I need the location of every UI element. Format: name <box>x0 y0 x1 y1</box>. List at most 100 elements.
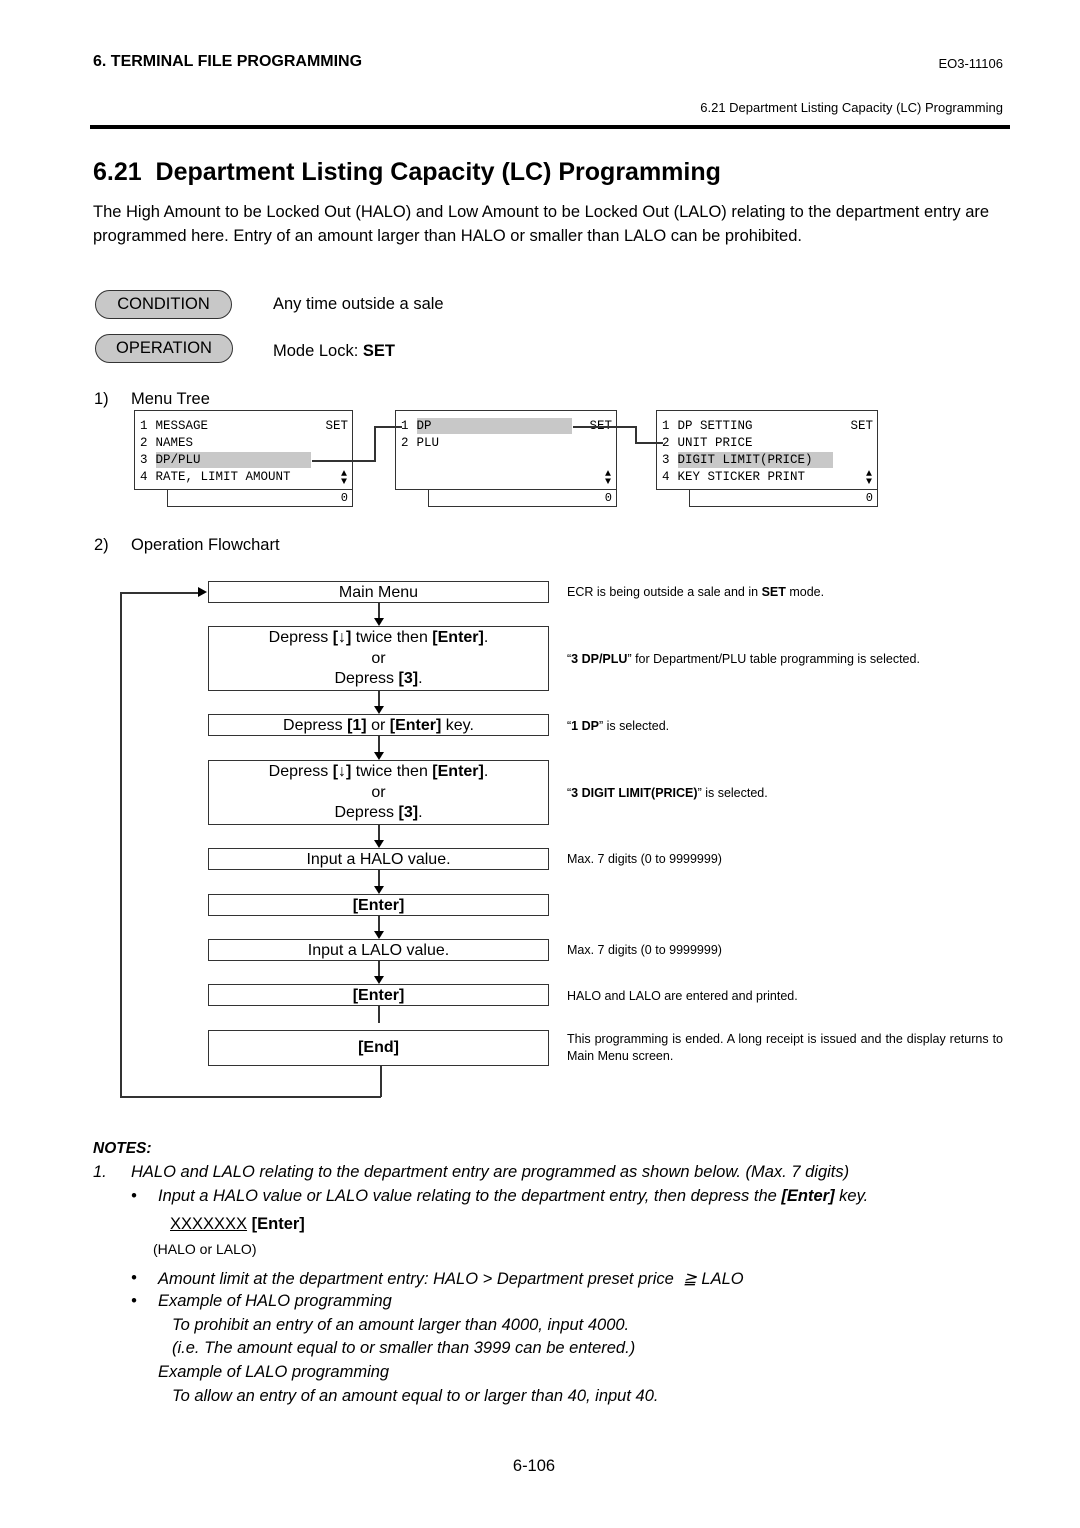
lcd-menu-item[interactable]: 1 MESSAGE SET <box>140 418 348 434</box>
flowchart-step-text: Depress [3]. <box>334 804 423 821</box>
arrow-down-icon <box>374 976 384 984</box>
lcd-item-label: DP SETTING <box>677 419 753 433</box>
flowchart-step-text: or <box>371 649 386 667</box>
flow-connector <box>378 736 380 753</box>
arrow-down-icon <box>374 840 384 848</box>
lcd-item-number: 3 <box>140 453 148 467</box>
arrow-down-icon <box>374 886 384 894</box>
bullet-1-suffix: key. <box>834 1187 869 1205</box>
bullet-icon: • <box>131 1269 137 1287</box>
flow-connector <box>378 825 380 841</box>
flowchart-step: Input a LALO value. <box>208 939 549 961</box>
flowchart-step: [Enter] <box>208 894 549 916</box>
flowchart-note: “1 DP” is selected. <box>567 719 670 733</box>
lcd-menu-item[interactable]: 4 RATE, LIMIT AMOUNT <box>140 469 348 485</box>
notes-item-num: 1. <box>93 1163 107 1181</box>
lcd-item-number: 4 <box>662 470 670 484</box>
flow-connector <box>378 603 380 619</box>
lcd-screen-main-menu: 1 MESSAGE SET 2 NAMES 3 DP/PLU 4 RATE, LIMIT AMO… <box>134 410 353 490</box>
arrow-down-icon <box>374 618 384 626</box>
condition-text: Any time outside a sale <box>273 295 444 313</box>
flowchart-step-text: Input a LALO value. <box>307 942 450 959</box>
lcd-item-number: 2 <box>662 436 670 450</box>
tree-connector <box>374 426 402 428</box>
entry-value: XXXXXXX <box>170 1215 248 1233</box>
flowchart-step: [End] <box>208 1030 549 1066</box>
flowchart-note: This programming is ended. A long receip… <box>567 1032 1003 1063</box>
lcd-item-label: PLU <box>416 436 440 450</box>
page-title: 6.21 Department Listing Capacity (LC) Pr… <box>93 158 721 186</box>
loop-line <box>380 1066 382 1097</box>
operation-text: Mode Lock: SET <box>273 342 395 361</box>
flow-connector <box>378 691 380 707</box>
lcd-item-number: 3 <box>662 453 670 467</box>
lcd-item-number: 2 <box>140 436 148 450</box>
flowchart-step-text: Main Menu <box>338 584 419 601</box>
lcd-menu-item[interactable]: 2 PLU <box>401 435 612 451</box>
flowchart-step: [Enter] <box>208 984 549 1006</box>
lcd-menu-item[interactable]: 2 UNIT PRICE <box>662 435 873 451</box>
lcd-item-label: KEY STICKER PRINT <box>677 470 806 484</box>
flowchart-step-text: Depress [↓] twice then [Enter]. <box>268 763 489 780</box>
operation-prefix: Mode Lock: <box>273 342 363 360</box>
menu-tree-heading: Menu Tree <box>131 390 210 408</box>
halo-example-2: (i.e. The amount equal to or smaller tha… <box>172 1339 636 1357</box>
lcd-item-number: 2 <box>401 436 409 450</box>
lcd-item-label: UNIT PRICE <box>677 436 753 450</box>
lcd-item-label: DP/PLU <box>155 452 311 468</box>
lcd-item-number: 1 <box>662 419 670 433</box>
notes-heading: NOTES: <box>93 1140 152 1157</box>
flowchart-num: 2) <box>94 536 109 554</box>
lcd-menu-item[interactable]: 3 DIGIT LIMIT(PRICE) <box>662 452 873 468</box>
lcd-mode-indicator: SET <box>325 419 348 433</box>
loop-line <box>120 592 122 1097</box>
scroll-updown-icon: ▲ ▼ <box>604 469 611 488</box>
flowchart-step-text: or <box>371 783 386 801</box>
flowchart-step-text: [Enter] <box>352 987 405 1004</box>
lcd-screen-dp: 1 DP SETTING SET 2 UNIT PRICE 3 DIGIT LIMIT(PR… <box>656 410 878 490</box>
flowchart-step-text: Depress [1] or [Enter] key. <box>283 717 474 734</box>
flow-connector <box>378 961 380 977</box>
intro-paragraph: The High Amount to be Locked Out (HALO) … <box>93 203 990 245</box>
flowchart-step-text: [Enter] <box>352 897 405 914</box>
lcd-item-label: DP <box>416 418 572 434</box>
bullet-icon: • <box>131 1292 137 1310</box>
tree-connector <box>312 460 376 462</box>
entry-key: [Enter] <box>251 1215 305 1233</box>
flowchart-note: HALO and LALO are entered and printed. <box>567 989 798 1003</box>
flowchart-note: “3 DIGIT LIMIT(PRICE)” is selected. <box>567 786 768 800</box>
lcd-item-label: DIGIT LIMIT(PRICE) <box>677 452 833 468</box>
section-ref: 6.21 Department Listing Capacity (LC) Pr… <box>700 100 1003 115</box>
chapter-header: 6. TERMINAL FILE PROGRAMMING <box>93 53 363 70</box>
flowchart-heading: Operation Flowchart <box>131 536 280 554</box>
flowchart-note: “3 DP/PLU” for Department/PLU table prog… <box>567 652 920 666</box>
entry-caption: (HALO or LALO) <box>153 1241 257 1257</box>
lcd-menu-item[interactable]: 4 KEY STICKER PRINT <box>662 469 873 485</box>
lcd-menu-item[interactable]: 1 DP SETTING SET <box>662 418 873 434</box>
flowchart-step: Main Menu <box>208 581 549 603</box>
flow-connector <box>378 916 380 932</box>
condition-badge: CONDITION <box>95 290 232 319</box>
loop-line <box>120 592 200 594</box>
page-number: 6-106 <box>512 1457 556 1475</box>
bullet-1-prefix: Input a HALO value or LALO value relatin… <box>158 1187 782 1205</box>
lalo-example-heading: Example of LALO programming <box>158 1363 390 1381</box>
flowchart-step: Depress [1] or [Enter] key. <box>208 714 549 736</box>
entry-sequence: XXXXXXX [Enter] <box>170 1215 305 1234</box>
notes-item-1: HALO and LALO relating to the department… <box>131 1163 850 1181</box>
lalo-example: To allow an entry of an amount equal to … <box>172 1387 659 1405</box>
flowchart-step-text: [End] <box>358 1039 399 1056</box>
lcd-menu-item[interactable]: 2 NAMES <box>140 435 348 451</box>
flowchart-step: Input a HALO value. <box>208 848 549 870</box>
lcd-mode-indicator: SET <box>850 419 873 433</box>
notes-bullet-1: Input a HALO value or LALO value relatin… <box>158 1187 868 1206</box>
tree-connector <box>573 426 637 428</box>
operation-badge: OPERATION <box>95 334 233 363</box>
lcd-screen-dp-plu: 1DPSET2PLU▲▼ <box>395 410 617 490</box>
lcd-footer-dp: 0 <box>689 490 878 507</box>
flowchart-step-text: Input a HALO value. <box>306 851 451 868</box>
lcd-item-number: 1 <box>140 419 148 433</box>
operation-mode: SET <box>362 342 395 360</box>
lcd-item-label: NAMES <box>155 436 194 450</box>
scroll-updown-icon: ▲ ▼ <box>340 469 347 488</box>
